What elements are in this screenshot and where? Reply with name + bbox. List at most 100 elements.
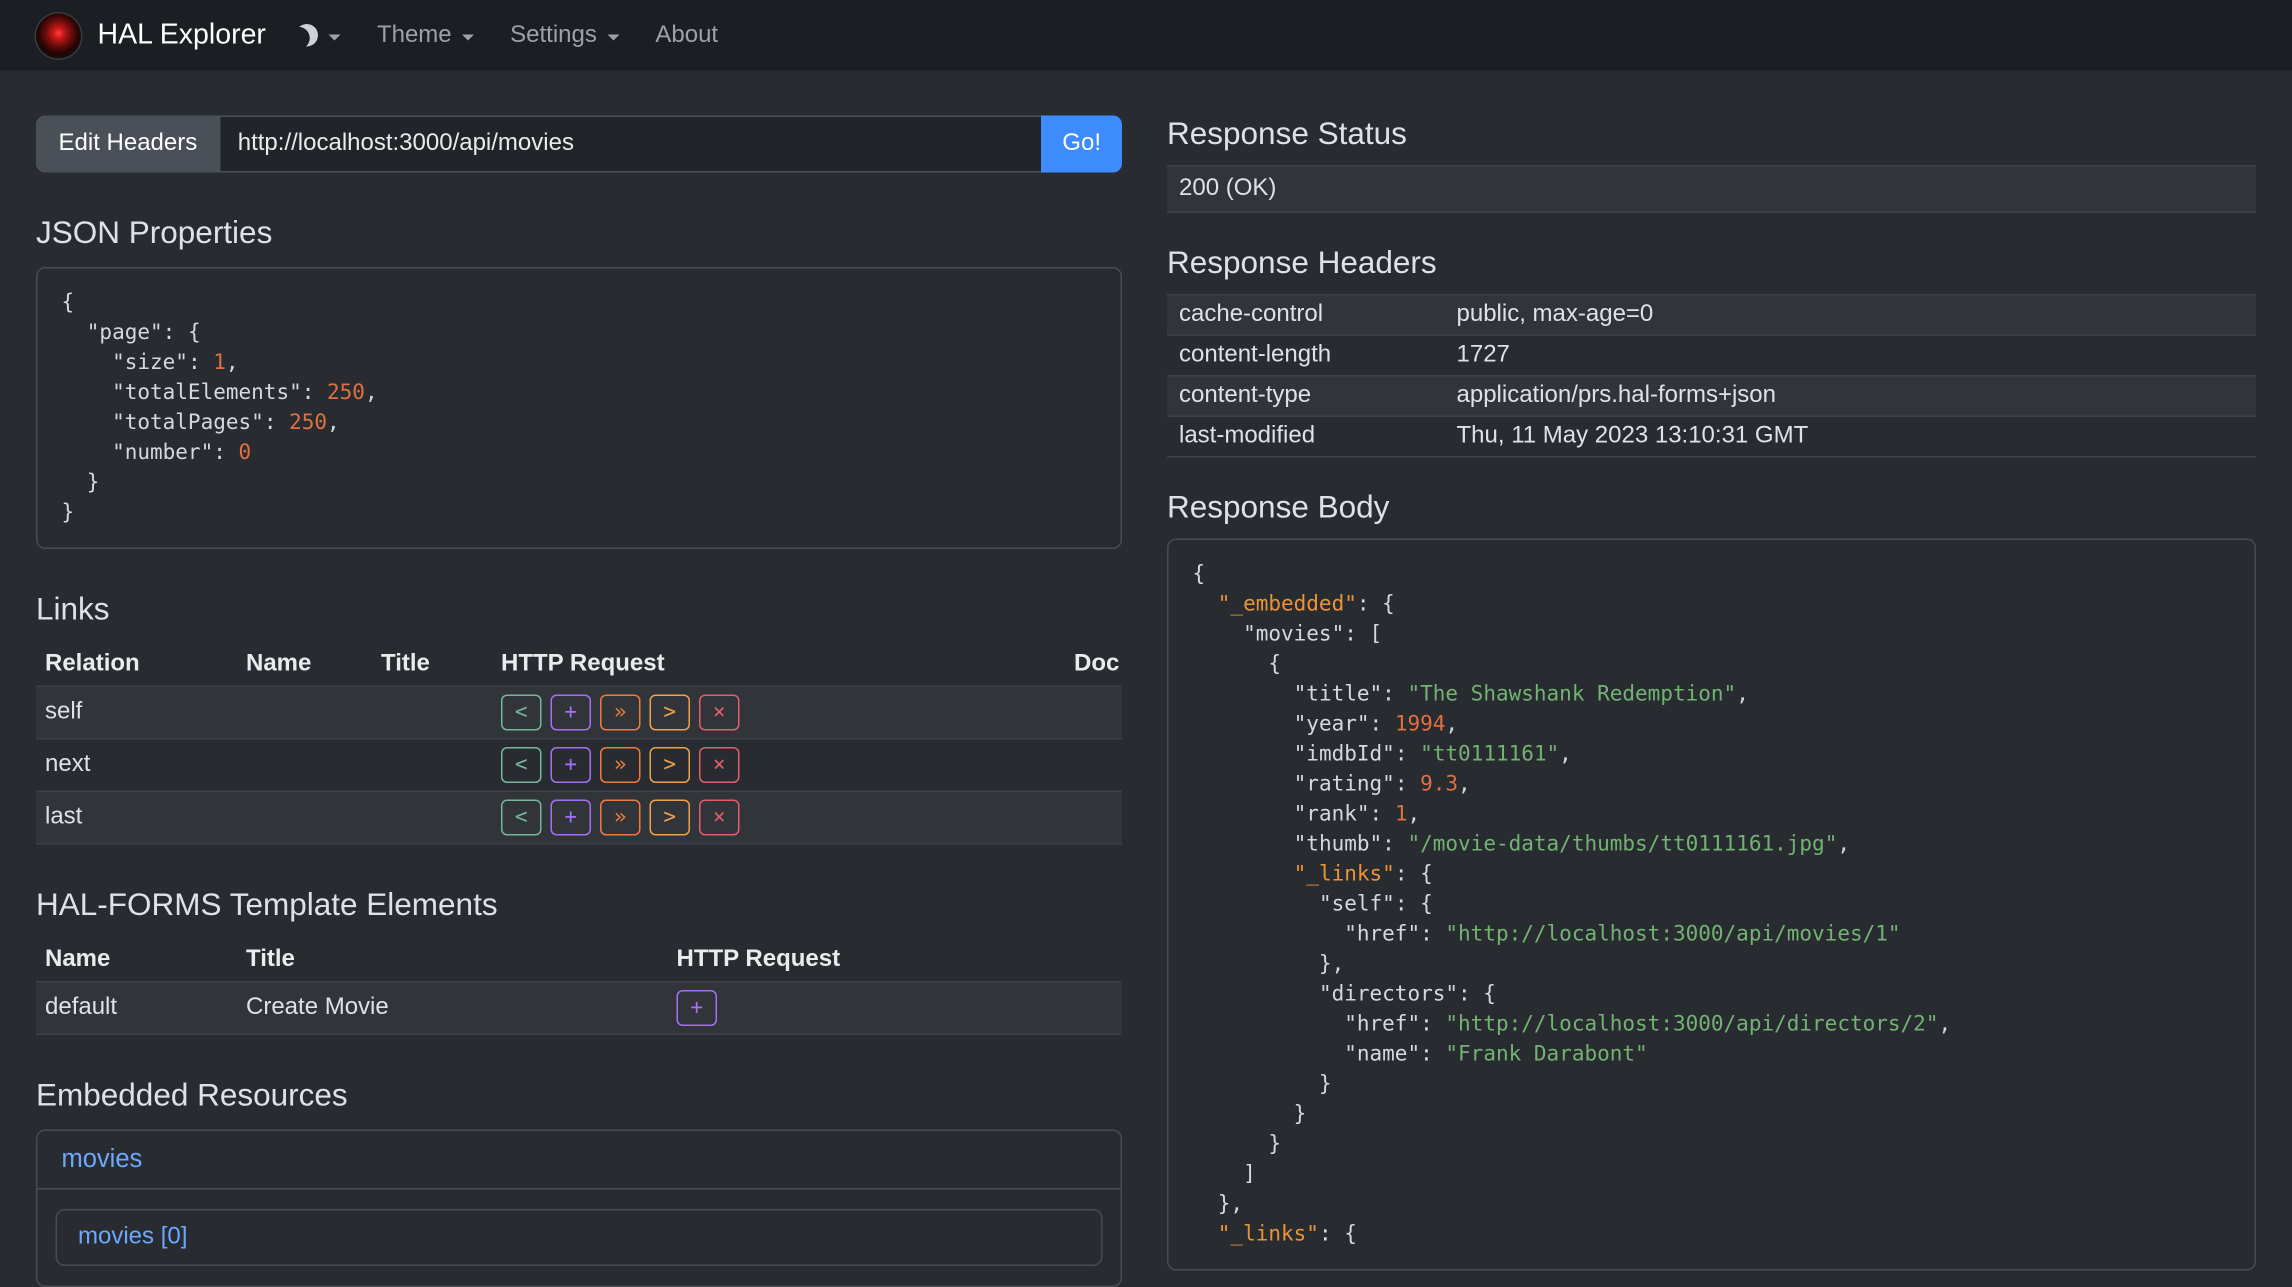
response-status-row: 200 (OK) <box>1167 166 2256 213</box>
hal-forms-templates-title: HAL-FORMS Template Elements <box>36 887 1122 925</box>
http-delete-button[interactable]: × <box>699 800 740 836</box>
response-headers-table: cache-control public, max-age=0 content-… <box>1167 294 2256 458</box>
response-status-value: 200 (OK) <box>1167 166 2256 213</box>
url-input[interactable] <box>218 116 1043 173</box>
relation-cell: next <box>36 739 237 792</box>
title-cell <box>372 791 492 844</box>
column-header-http-request: HTTP Request <box>492 644 1065 687</box>
title-cell <box>372 686 492 739</box>
templates-header-row: Name Title HTTP Request <box>36 939 1122 982</box>
embedded-resource-link[interactable]: movies [0] <box>78 1224 187 1250</box>
header-key: last-modified <box>1167 416 1445 457</box>
links-title: Links <box>36 591 1122 629</box>
edit-headers-button[interactable]: Edit Headers <box>36 116 220 173</box>
header-value: Thu, 11 May 2023 13:10:31 GMT <box>1445 416 2257 457</box>
hal-logo-icon[interactable] <box>36 13 81 58</box>
http-request-cell: < + » > × <box>492 686 1065 739</box>
theme-dropdown-label: Theme <box>377 22 452 49</box>
title-cell <box>372 739 492 792</box>
response-status-table: 200 (OK) <box>1167 165 2256 213</box>
links-table: Relation Name Title HTTP Request Doc sel… <box>36 644 1122 845</box>
http-post-button[interactable]: + <box>551 800 592 836</box>
http-delete-button[interactable]: × <box>699 695 740 731</box>
http-request-buttons: < + » > × <box>501 747 749 783</box>
header-key: content-length <box>1167 335 1445 376</box>
column-header-name: Name <box>237 644 372 687</box>
http-post-button[interactable]: + <box>551 695 592 731</box>
link-row-next: next < + » > × <box>36 739 1122 792</box>
response-status-title: Response Status <box>1167 116 2256 154</box>
http-request-cell: < + » > × <box>492 739 1065 792</box>
response-body-code: { "_embedded": { "movies": [ { "title": … <box>1167 539 2256 1271</box>
name-cell <box>237 791 372 844</box>
link-row-self: self < + » > × <box>36 686 1122 739</box>
column-header-http-request: HTTP Request <box>668 939 1123 982</box>
http-put-button[interactable]: » <box>600 695 641 731</box>
template-name-cell: default <box>36 982 237 1035</box>
name-cell <box>237 739 372 792</box>
links-header-row: Relation Name Title HTTP Request Doc <box>36 644 1122 687</box>
left-column: Edit Headers Go! JSON Properties { "page… <box>36 116 1122 1287</box>
http-get-button[interactable]: < <box>501 695 542 731</box>
hal-explorer-app: HAL Explorer Theme Settings About Edit H… <box>0 0 2292 1287</box>
go-button[interactable]: Go! <box>1041 116 1122 173</box>
relation-cell: last <box>36 791 237 844</box>
http-request-buttons: + <box>677 990 727 1026</box>
http-post-button[interactable]: + <box>551 747 592 783</box>
dark-mode-dropdown[interactable] <box>296 24 341 47</box>
http-request-buttons: < + » > × <box>501 695 749 731</box>
response-header-row: last-modified Thu, 11 May 2023 13:10:31 … <box>1167 416 2256 457</box>
http-request-buttons: < + » > × <box>501 800 749 836</box>
column-header-title: Title <box>372 644 492 687</box>
settings-dropdown[interactable]: Settings <box>510 22 619 49</box>
hal-forms-templates-table: Name Title HTTP Request default Create M… <box>36 939 1122 1035</box>
doc-cell <box>1065 686 1122 739</box>
response-header-row: content-length 1727 <box>1167 335 2256 376</box>
http-put-button[interactable]: » <box>600 747 641 783</box>
request-bar: Edit Headers Go! <box>36 116 1122 173</box>
settings-dropdown-label: Settings <box>510 22 597 49</box>
http-get-button[interactable]: < <box>501 800 542 836</box>
main-content: Edit Headers Go! JSON Properties { "page… <box>0 71 2292 1287</box>
template-title-cell: Create Movie <box>237 982 668 1035</box>
http-request-cell: + <box>668 982 1123 1035</box>
http-get-button[interactable]: < <box>501 747 542 783</box>
column-header-title: Title <box>237 939 668 982</box>
http-post-button[interactable]: + <box>677 990 718 1026</box>
http-put-button[interactable]: » <box>600 800 641 836</box>
embedded-group-body: movies [0] <box>38 1190 1121 1286</box>
http-request-cell: < + » > × <box>492 791 1065 844</box>
column-header-doc: Doc <box>1065 644 1122 687</box>
json-properties-code: { "page": { "size": 1, "totalElements": … <box>36 267 1122 549</box>
theme-dropdown[interactable]: Theme <box>377 22 474 49</box>
http-delete-button[interactable]: × <box>699 747 740 783</box>
http-patch-button[interactable]: > <box>650 747 691 783</box>
about-link[interactable]: About <box>655 22 718 49</box>
name-cell <box>237 686 372 739</box>
moon-icon <box>294 22 321 49</box>
header-key: content-type <box>1167 376 1445 417</box>
embedded-resources-card: movies movies [0] <box>36 1130 1122 1287</box>
navbar: HAL Explorer Theme Settings About <box>0 0 2292 71</box>
right-column: Response Status 200 (OK) Response Header… <box>1167 116 2256 1271</box>
embedded-resources-title: Embedded Resources <box>36 1077 1122 1115</box>
template-row-default: default Create Movie + <box>36 982 1122 1035</box>
response-body-title: Response Body <box>1167 489 2256 527</box>
link-row-last: last < + » > × <box>36 791 1122 844</box>
response-header-row: content-type application/prs.hal-forms+j… <box>1167 376 2256 417</box>
about-link-label: About <box>655 22 718 49</box>
doc-cell <box>1065 739 1122 792</box>
doc-cell <box>1065 791 1122 844</box>
http-patch-button[interactable]: > <box>650 800 691 836</box>
chevron-down-icon <box>329 34 341 40</box>
header-value: public, max-age=0 <box>1445 295 2257 336</box>
header-key: cache-control <box>1167 295 1445 336</box>
header-value: 1727 <box>1445 335 2257 376</box>
column-header-relation: Relation <box>36 644 237 687</box>
json-properties-title: JSON Properties <box>36 215 1122 253</box>
embedded-group-header: movies <box>38 1131 1121 1190</box>
embedded-group-link[interactable]: movies <box>62 1145 143 1174</box>
relation-cell: self <box>36 686 237 739</box>
brand-title[interactable]: HAL Explorer <box>98 19 266 52</box>
http-patch-button[interactable]: > <box>650 695 691 731</box>
